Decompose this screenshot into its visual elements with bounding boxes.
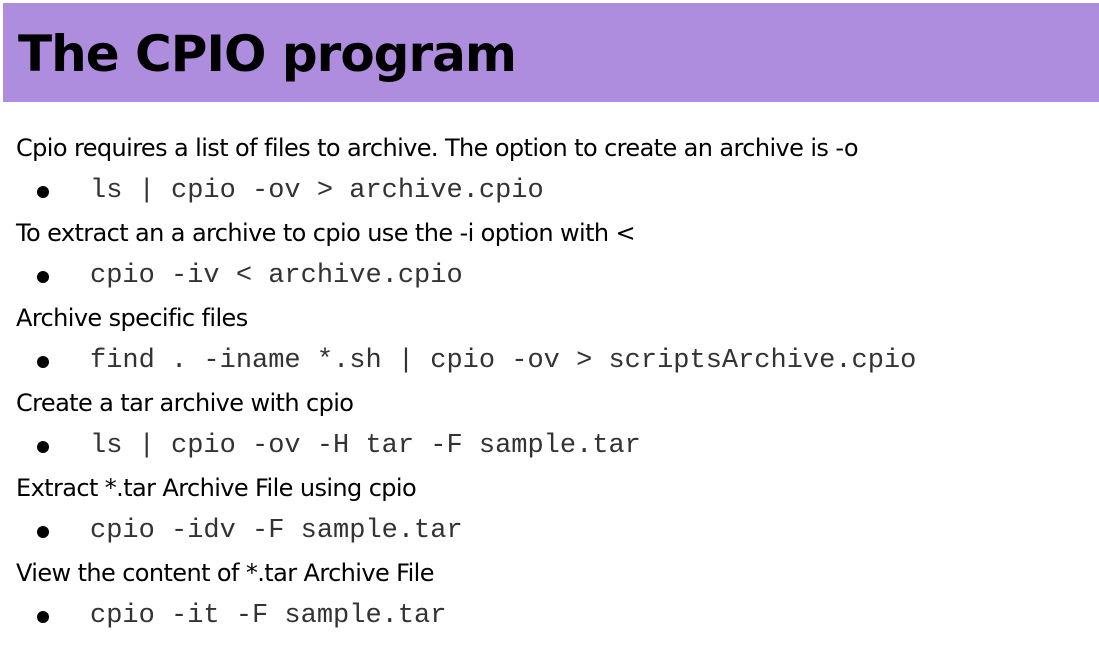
command-item: cpio -it -F sample.tar (16, 595, 1091, 638)
slide-title: The CPIO program (18, 25, 517, 83)
bullet-icon (37, 610, 49, 623)
bullet-icon (37, 355, 49, 368)
bullet-icon (37, 185, 49, 198)
bullet-icon (37, 525, 49, 538)
command-item: cpio -idv -F sample.tar (16, 510, 1091, 553)
command-code: cpio -iv < archive.cpio (90, 260, 463, 291)
bullet-icon (37, 440, 49, 453)
description-text: To extract an a archive to cpio use the … (16, 219, 636, 247)
description-text: Archive specific files (16, 304, 248, 332)
command-item: ls | cpio -ov > archive.cpio (16, 170, 1091, 213)
command-code: ls | cpio -ov > archive.cpio (90, 175, 544, 206)
command-item: ls | cpio -ov -H tar -F sample.tar (16, 425, 1091, 468)
description-text: Extract *.tar Archive File using cpio (16, 474, 417, 502)
command-code: cpio -it -F sample.tar (90, 600, 447, 631)
title-bar: The CPIO program (3, 3, 1099, 102)
command-item: find . -iname *.sh | cpio -ov > scriptsA… (16, 340, 1091, 383)
bullet-icon (37, 270, 49, 283)
description-text: Cpio requires a list of files to archive… (16, 134, 859, 162)
command-code: find . -iname *.sh | cpio -ov > scriptsA… (90, 345, 917, 376)
description-text: Create a tar archive with cpio (16, 389, 354, 417)
command-code: ls | cpio -ov -H tar -F sample.tar (90, 430, 641, 461)
command-item: cpio -iv < archive.cpio (16, 255, 1091, 298)
command-code: cpio -idv -F sample.tar (90, 515, 463, 546)
slide-content: Cpio requires a list of files to archive… (16, 127, 1091, 637)
description-text: View the content of *.tar Archive File (16, 559, 435, 587)
